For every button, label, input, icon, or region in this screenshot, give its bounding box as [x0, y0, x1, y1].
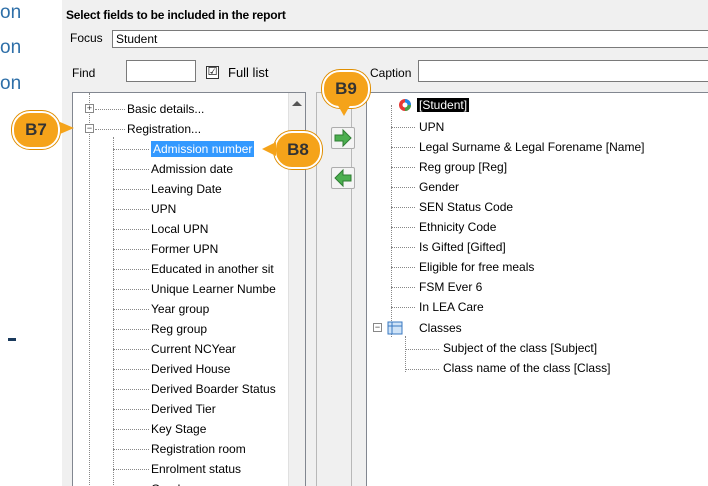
tree-field[interactable]: Local UPN: [151, 221, 208, 237]
find-label: Find: [72, 66, 96, 80]
tree-connector: [113, 249, 149, 250]
fragment-line: on: [0, 37, 22, 58]
tree-field[interactable]: SEN Status Code: [419, 199, 513, 215]
tree-field[interactable]: Current NCYear: [151, 341, 236, 357]
tree-field[interactable]: Enrolment status: [151, 461, 241, 477]
tree-connector: [113, 469, 149, 470]
focus-field[interactable]: Student: [112, 30, 708, 48]
tree-field[interactable]: Class name of the class [Class]: [443, 360, 610, 376]
tree-field[interactable]: Reg group [Reg]: [419, 159, 507, 175]
expand-icon[interactable]: +: [85, 104, 94, 113]
tree-connector: [113, 169, 149, 170]
tree-connector: [95, 129, 125, 130]
tree-field[interactable]: Year group: [151, 301, 209, 317]
student-entity-icon: [399, 99, 411, 111]
tree-connector: [113, 409, 149, 410]
tree-connector: [391, 187, 415, 188]
tree-connector: [113, 349, 149, 350]
tree-field[interactable]: Eligible for free meals: [419, 259, 534, 275]
tree-connector: [405, 369, 439, 370]
dialog-title: Select fields to be included in the repo…: [66, 8, 286, 22]
tree-connector: [113, 269, 149, 270]
caption-input[interactable]: [418, 60, 708, 82]
tree-connector: [95, 109, 125, 110]
tree-field[interactable]: Derived House: [151, 361, 230, 377]
tree-connector: [113, 149, 149, 150]
tree-field[interactable]: Educated in another sit: [151, 261, 274, 277]
tree-group-classes[interactable]: Classes: [419, 320, 462, 336]
tree-connector: [391, 167, 415, 168]
tree-connector: [113, 189, 149, 190]
tree-field[interactable]: Key Stage: [151, 421, 206, 437]
full-list-label: Full list: [228, 65, 269, 80]
remove-field-button[interactable]: [331, 167, 355, 189]
tree-connector: [405, 336, 406, 372]
tree-field[interactable]: Gender: [151, 481, 191, 486]
arrow-left-icon: [334, 168, 352, 188]
tree-field[interactable]: Legal Surname & Legal Forename [Name]: [419, 139, 644, 155]
tree-connector: [391, 307, 415, 308]
fragment-line: on: [0, 2, 22, 23]
pointer-arrow-icon: [336, 102, 352, 116]
tree-field[interactable]: Admission date: [151, 161, 233, 177]
table-icon: [387, 321, 403, 335]
callout-badge-b8: B8: [274, 131, 322, 169]
tree-field[interactable]: Leaving Date: [151, 181, 222, 197]
fragment-dash: [8, 338, 16, 341]
tree-field[interactable]: Registration room: [151, 441, 246, 457]
caption-label: Caption: [370, 66, 412, 80]
pointer-arrow-icon: [262, 142, 276, 156]
tree-connector: [113, 209, 149, 210]
tree-connector: [391, 207, 415, 208]
tree-connector: [391, 147, 415, 148]
add-field-button[interactable]: [331, 127, 355, 149]
fragment-line: on: [0, 73, 22, 94]
scroll-up-icon[interactable]: [292, 101, 302, 106]
pointer-arrow-icon: [60, 122, 74, 134]
tree-field[interactable]: Derived Boarder Status: [151, 381, 276, 397]
tree-connector: [89, 93, 90, 486]
selected-fields-tree[interactable]: [Student] UPN Legal Surname & Legal Foren…: [366, 92, 708, 486]
tree-connector: [113, 329, 149, 330]
tree-field[interactable]: Subject of the class [Subject]: [443, 340, 597, 356]
tree-field[interactable]: Is Gifted [Gifted]: [419, 239, 506, 255]
tree-connector: [113, 429, 149, 430]
tree-field[interactable]: Derived Tier: [151, 401, 216, 417]
full-list-checkbox[interactable]: ☑: [206, 66, 219, 79]
tree-connector: [113, 369, 149, 370]
tree-group-registration[interactable]: Registration...: [127, 121, 201, 137]
tree-connector: [113, 449, 149, 450]
tree-field[interactable]: FSM Ever 6: [419, 279, 482, 295]
tree-field[interactable]: Ethnicity Code: [419, 219, 496, 235]
tree-connector: [391, 105, 392, 337]
tree-connector: [113, 289, 149, 290]
tree-group-basic-details[interactable]: Basic details...: [127, 101, 204, 117]
tree-connector: [113, 389, 149, 390]
arrow-right-icon: [334, 128, 352, 148]
focus-label: Focus: [70, 31, 103, 45]
collapse-icon[interactable]: −: [373, 323, 382, 332]
tree-field[interactable]: Reg group: [151, 321, 207, 337]
tree-field[interactable]: Unique Learner Numbe: [151, 281, 276, 297]
tree-connector: [391, 227, 415, 228]
collapse-icon[interactable]: −: [85, 124, 94, 133]
tree-connector: [391, 267, 415, 268]
tree-connector: [391, 247, 415, 248]
tree-field[interactable]: Former UPN: [151, 241, 218, 257]
tree-connector: [405, 349, 439, 350]
tree-field[interactable]: Gender: [419, 179, 459, 195]
tree-connector: [113, 309, 149, 310]
tree-field[interactable]: Admission number: [151, 141, 255, 157]
tree-connector: [391, 127, 415, 128]
left-text-fragment: on on on: [0, 0, 62, 486]
tree-field[interactable]: UPN: [419, 119, 444, 135]
find-input[interactable]: [126, 60, 196, 82]
tree-field[interactable]: UPN: [151, 201, 176, 217]
callout-badge-b7: B7: [12, 111, 60, 149]
tree-root-student[interactable]: [Student]: [417, 98, 470, 112]
tree-connector: [391, 287, 415, 288]
tree-field[interactable]: In LEA Care: [419, 299, 484, 315]
tree-connector: [113, 229, 149, 230]
